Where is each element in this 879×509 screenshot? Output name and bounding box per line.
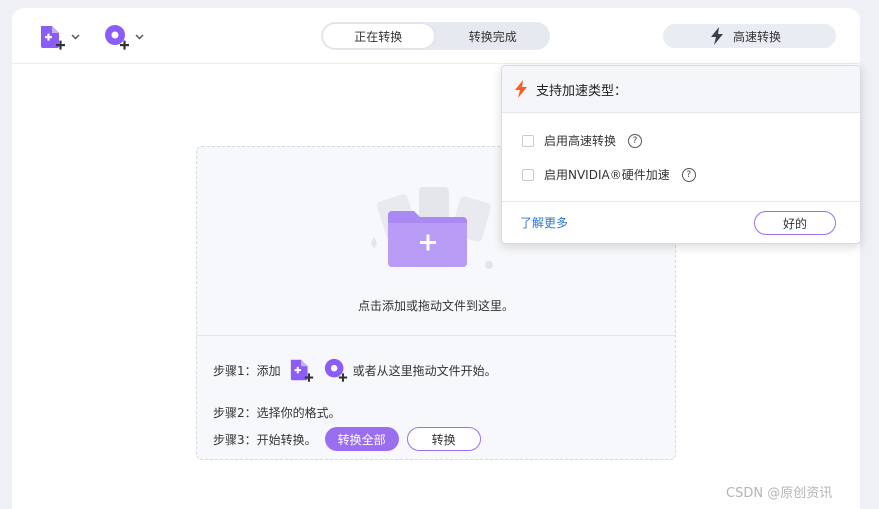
option-high-speed: 启用高速转换 ? — [522, 132, 643, 149]
step-2: 步骤2：选择你的格式。 — [213, 404, 341, 421]
convert-all-button[interactable]: 转换全部 — [324, 427, 399, 451]
help-icon[interactable]: ? — [681, 167, 696, 182]
high-speed-checkbox[interactable] — [522, 134, 534, 147]
option-nvidia: 启用NVIDIA®硬件加速 ? — [522, 166, 696, 183]
step-3: 步骤3：开始转换。 转换全部 转换 — [213, 427, 481, 451]
add-dvd-icon — [324, 358, 347, 382]
lightning-icon — [515, 80, 527, 98]
divider — [197, 335, 675, 336]
step-2-text: 步骤2：选择你的格式。 — [213, 406, 341, 420]
popover-title: 支持加速类型： — [536, 83, 628, 99]
tab-converting[interactable]: 正在转换 — [323, 24, 434, 48]
watermark: CSDN @原创资讯 — [726, 486, 833, 501]
add-dvd-button[interactable] — [103, 22, 144, 52]
step-add-dvd-button[interactable] — [323, 357, 349, 383]
step-1: 步骤1：添加 或者从这里拖动文件开始。 — [213, 357, 497, 383]
acceleration-popover: 支持加速类型： 启用高速转换 ? 启用NVIDIA®硬件加速 ? 了解更多 好的 — [501, 65, 861, 244]
conversion-tabs: 正在转换 转换完成 — [321, 22, 550, 50]
add-file-icon — [41, 26, 65, 50]
tab-converted[interactable]: 转换完成 — [438, 24, 549, 48]
option-label: 启用高速转换 — [544, 134, 617, 148]
step-add-file-button[interactable] — [289, 357, 315, 383]
add-dvd-icon — [105, 25, 129, 50]
option-label: 启用NVIDIA®硬件加速 — [544, 168, 670, 182]
lightning-icon — [711, 27, 723, 45]
drop-hint: 点击添加或拖动文件到这里。 — [357, 299, 514, 313]
convert-button[interactable]: 转换 — [406, 427, 481, 451]
step-3-text: 步骤3：开始转换。 — [213, 432, 317, 447]
high-speed-label: 高速转换 — [733, 29, 782, 44]
chevron-down-icon[interactable] — [71, 34, 80, 40]
learn-more-link[interactable]: 了解更多 — [520, 214, 568, 231]
chevron-down-icon[interactable] — [135, 34, 144, 40]
step-1-suffix: 或者从这里拖动文件开始。 — [352, 363, 497, 378]
popover-divider — [502, 201, 860, 202]
ok-button[interactable]: 好的 — [754, 211, 836, 235]
popover-header: 支持加速类型： — [502, 66, 860, 113]
high-speed-button[interactable]: 高速转换 — [663, 24, 836, 48]
add-file-icon — [290, 359, 313, 382]
add-file-button[interactable] — [39, 22, 80, 52]
help-icon[interactable]: ? — [628, 133, 643, 148]
add-folder-illustration — [371, 187, 493, 269]
toolbar: 正在转换 转换完成 高速转换 — [12, 8, 860, 64]
nvidia-checkbox[interactable] — [522, 168, 534, 181]
step-1-prefix: 步骤1：添加 — [213, 363, 281, 378]
